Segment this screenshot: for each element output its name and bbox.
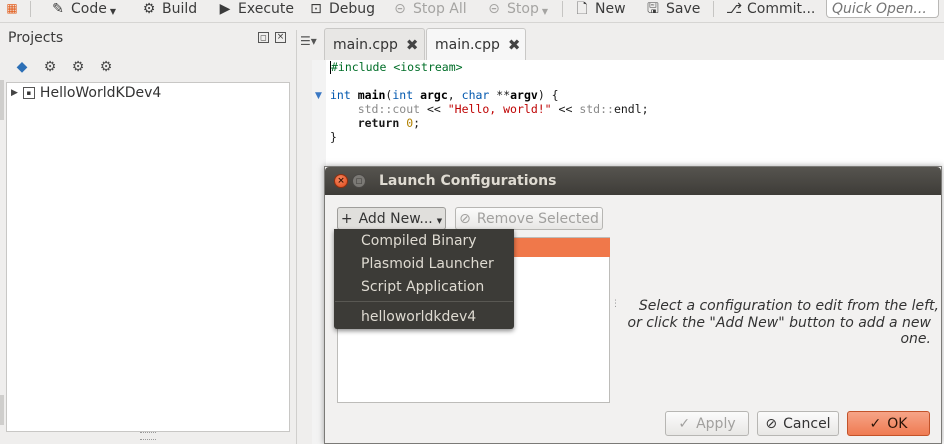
check-icon: ✓: [869, 415, 882, 432]
pencil-icon: ✎: [52, 1, 64, 17]
ok-button[interactable]: ✓ OK: [847, 411, 930, 436]
execute-icon: ▶: [219, 1, 231, 17]
close-tab-icon[interactable]: ✖: [406, 36, 419, 54]
stop-button[interactable]: ⊝ Stop ▼: [486, 0, 548, 18]
close-tab-icon[interactable]: ✖: [508, 36, 521, 54]
project-locate-icon[interactable]: ◆: [14, 59, 30, 75]
hint-text: Select a configuration to edit from the …: [638, 298, 939, 314]
add-new-menu: Compiled Binary Plasmoid Launcher Script…: [334, 229, 514, 329]
chevron-down-icon: ▼: [436, 216, 443, 225]
new-file-icon: 🗋: [576, 1, 588, 17]
project-build-icon[interactable]: ⚙: [70, 59, 86, 75]
splitter-handle[interactable]: ⋮: [611, 299, 620, 309]
chevron-down-icon: ▼: [109, 6, 116, 16]
close-panel-icon[interactable]: ×: [275, 32, 286, 43]
stop-icon: ⊝: [394, 1, 406, 17]
float-panel-icon[interactable]: ◻: [258, 32, 269, 43]
debug-button[interactable]: ⊡ Debug: [308, 0, 375, 18]
code-menu-button[interactable]: ✎ Code ▼: [50, 0, 116, 18]
remove-selected-button[interactable]: ⊘ Remove Selected: [455, 207, 603, 230]
chevron-down-icon: ▼: [541, 6, 548, 16]
menu-item-script-application[interactable]: Script Application: [361, 279, 484, 295]
panel-divider[interactable]: [296, 30, 297, 444]
stop-all-button[interactable]: ⊝ Stop All: [392, 0, 467, 18]
remove-icon: ⊘: [459, 210, 471, 227]
cancel-icon: ⊘: [765, 415, 778, 432]
tree-item[interactable]: ▶ ▪ HelloWorldKDev4: [11, 85, 161, 101]
main-toolbar: ▦ ✎ Code ▼ ⚙ Build ▶ Execute ⊡ Debug ⊝ S…: [0, 0, 944, 23]
check-icon: ✓: [678, 415, 691, 432]
fold-arrow-icon[interactable]: ▼: [315, 91, 322, 101]
new-button[interactable]: 🗋 New: [574, 0, 625, 18]
dialog-title-bar[interactable]: × □ Launch Configurations: [325, 167, 941, 195]
execute-button[interactable]: ▶ Execute: [217, 0, 294, 18]
quick-open-input[interactable]: [826, 0, 939, 18]
tab-main-cpp-active[interactable]: main.cpp ✖: [426, 28, 526, 60]
plus-icon: +: [340, 210, 353, 227]
scrollbar[interactable]: [0, 80, 4, 120]
dialog-title: Launch Configurations: [379, 173, 557, 189]
apply-button[interactable]: ✓ Apply: [665, 411, 749, 436]
menu-item-helloworldkdev4[interactable]: helloworldkdev4: [361, 309, 476, 325]
cancel-button[interactable]: ⊘ Cancel: [757, 411, 839, 436]
project-icon: ▪: [22, 87, 35, 99]
close-icon[interactable]: ×: [334, 174, 348, 188]
add-new-button[interactable]: + Add New... ▼: [337, 207, 446, 230]
save-icon: 🖫: [647, 1, 659, 17]
app-grid-icon[interactable]: ▦: [4, 0, 20, 16]
project-tree: ▶ ▪ HelloWorldKDev4: [6, 82, 290, 432]
tab-main-cpp[interactable]: main.cpp ✖: [324, 28, 425, 60]
project-settings-icon[interactable]: ⚙: [42, 59, 58, 75]
code-text[interactable]: #include <iostream> int main(int argc, c…: [330, 60, 649, 144]
commit-icon: ⎇: [726, 1, 743, 17]
project-config-icon[interactable]: ⚙: [98, 59, 114, 75]
tab-list-icon[interactable]: ☰▾: [300, 34, 317, 48]
hint-text: or click the "Add New" button to add a n…: [627, 315, 932, 347]
menu-item-compiled-binary[interactable]: Compiled Binary: [361, 233, 477, 249]
build-icon: ⚙: [142, 1, 156, 17]
menu-item-plasmoid-launcher[interactable]: Plasmoid Launcher: [361, 256, 494, 272]
selected-row[interactable]: [514, 238, 610, 257]
build-button[interactable]: ⚙ Build: [141, 0, 197, 18]
panel-grip[interactable]: [140, 432, 156, 440]
expand-arrow-icon[interactable]: ▶: [11, 88, 18, 98]
stop-icon: ⊝: [488, 1, 500, 17]
menu-divider: [335, 301, 513, 302]
projects-panel-title: Projects: [8, 30, 64, 46]
save-button[interactable]: 🖫 Save: [645, 0, 700, 18]
debug-icon: ⊡: [310, 1, 322, 17]
maximize-icon[interactable]: □: [352, 174, 366, 188]
scrollbar[interactable]: [0, 395, 4, 425]
commit-button[interactable]: ⎇ Commit...: [726, 0, 815, 18]
